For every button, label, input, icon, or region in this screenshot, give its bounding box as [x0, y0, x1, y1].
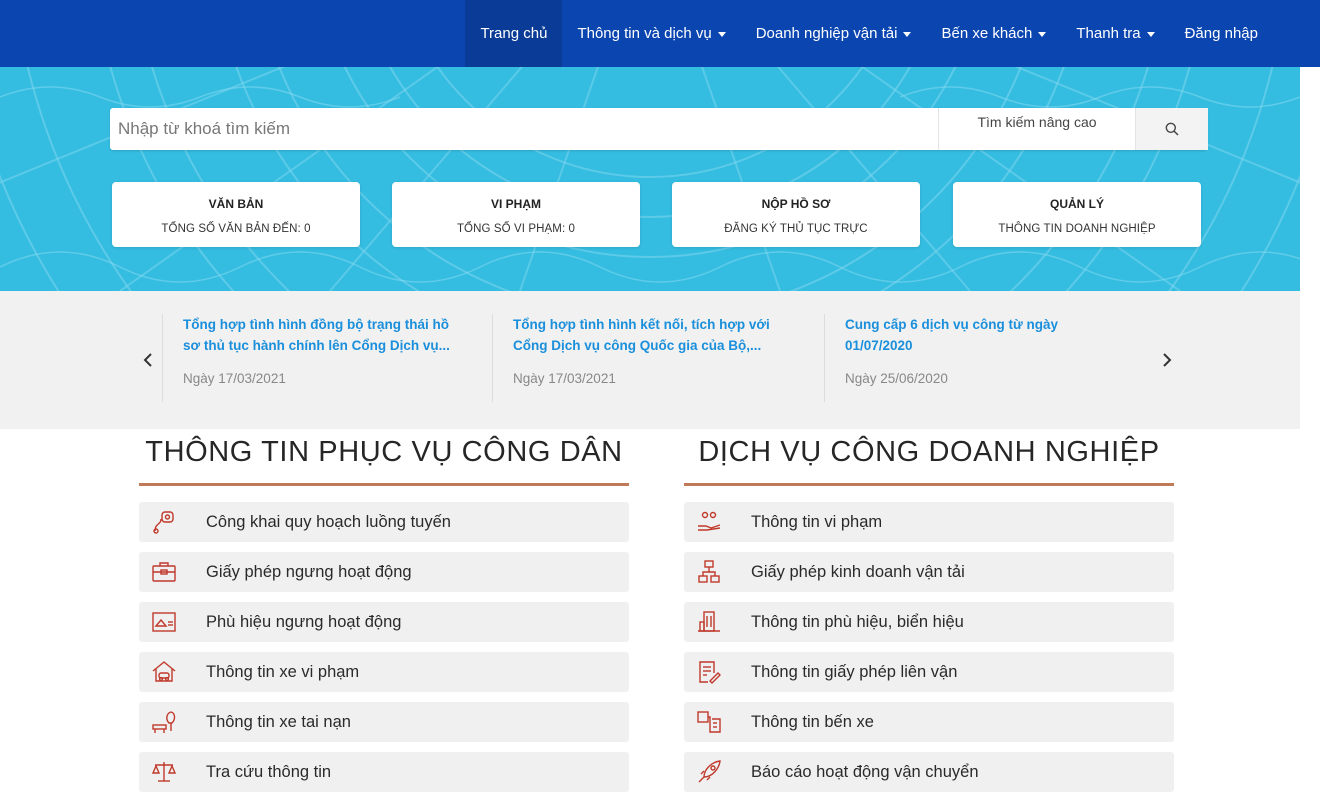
- list-item-label: Thông tin vi phạm: [751, 513, 883, 531]
- stat-subtitle: TỔNG SỐ VĂN BẢN ĐẾN: 0: [161, 223, 311, 235]
- list-item-label: Công khai quy hoạch luồng tuyến: [206, 513, 451, 531]
- search-icon: [1165, 122, 1179, 136]
- list-item-label: Giấy phép kinh doanh vận tải: [751, 563, 965, 581]
- search-bar: Tìm kiếm nâng cao: [110, 108, 1208, 150]
- list-item-label: Thông tin phù hiệu, biển hiệu: [751, 613, 964, 631]
- list-item-business[interactable]: Thông tin vi phạm: [684, 502, 1174, 542]
- list-item-label: Tra cứu thông tin: [206, 763, 332, 781]
- nav-home-label: Trang chủ: [480, 25, 548, 42]
- list-item-label: Báo cáo hoạt động vận chuyển: [751, 763, 979, 781]
- top-navbar: Trang chủ Thông tin và dịch vụ Doanh ngh…: [0, 0, 1320, 67]
- news-carousel: Tổng hợp tình hình đồng bộ trạng thái hồ…: [0, 291, 1300, 429]
- stat-title: NỘP HỒ SƠ: [761, 197, 831, 211]
- news-item: Tổng hợp tình hình kết nối, tích hợp với…: [492, 314, 788, 402]
- list-item-business[interactable]: Thông tin giấy phép liên vận: [684, 652, 1174, 692]
- list-item-citizen[interactable]: Thông tin xe tai nạn: [139, 702, 629, 742]
- list-item-business[interactable]: Thông tin phù hiệu, biển hiệu: [684, 602, 1174, 642]
- nav-bus-station-label: Bến xe khách: [941, 25, 1033, 42]
- news-date: Ngày 17/03/2021: [513, 371, 616, 386]
- list-item-business[interactable]: Giấy phép kinh doanh vận tải: [684, 552, 1174, 592]
- hierarchy-icon: [698, 560, 720, 583]
- stat-title: QUẢN LÝ: [1050, 197, 1104, 211]
- stat-subtitle: THÔNG TIN DOANH NGHIỆP: [998, 223, 1156, 235]
- accident-icon: [152, 711, 176, 733]
- list-item-citizen[interactable]: Phù hiệu ngưng hoạt động: [139, 602, 629, 642]
- nav-inspection[interactable]: Thanh tra: [1061, 0, 1169, 67]
- stat-title: VĂN BẢN: [208, 197, 264, 211]
- chevron-right-icon[interactable]: [1157, 347, 1177, 373]
- stat-card-documents[interactable]: VĂN BẢN TỔNG SỐ VĂN BẢN ĐẾN: 0: [112, 182, 360, 247]
- stat-card-management[interactable]: QUẢN LÝ THÔNG TIN DOANH NGHIỆP: [953, 182, 1201, 247]
- section-divider: [684, 483, 1174, 486]
- stat-subtitle: TỔNG SỐ VI PHẠM: 0: [456, 223, 576, 235]
- stat-subtitle: ĐĂNG KÝ THỦ TỤC TRỰC: [724, 223, 868, 235]
- news-title-link[interactable]: Tổng hợp tình hình đồng bộ trạng thái hồ…: [183, 314, 463, 356]
- caret-down-icon: [717, 31, 726, 37]
- hand-people-icon: [698, 511, 721, 531]
- nav-inspection-label: Thanh tra: [1076, 25, 1141, 42]
- stat-title: VI PHẠM: [490, 197, 541, 211]
- nav-menu: Trang chủ Thông tin và dịch vụ Doanh ngh…: [465, 0, 1320, 67]
- news-item: Tổng hợp tình hình đồng bộ trạng thái hồ…: [162, 314, 458, 402]
- news-title-link[interactable]: Cung cấp 6 dịch vụ công từ ngày 01/07/20…: [845, 314, 1105, 356]
- route-planning-icon: [153, 511, 174, 534]
- search-input[interactable]: [110, 108, 938, 150]
- list-item-citizen[interactable]: Thông tin xe vi phạm: [139, 652, 629, 692]
- nav-login-label: Đăng nhập: [1184, 25, 1258, 42]
- advanced-search-label: Tìm kiếm nâng cao: [977, 114, 1097, 130]
- rocket-icon: [698, 760, 721, 783]
- caret-down-icon: [1038, 31, 1047, 37]
- list-item-citizen[interactable]: Giấy phép ngưng hoạt động: [139, 552, 629, 592]
- nav-transport-business[interactable]: Doanh nghiệp vận tải: [741, 0, 927, 67]
- nav-home[interactable]: Trang chủ: [465, 0, 563, 67]
- document-edit-icon: [699, 661, 721, 684]
- scales-icon: [151, 762, 177, 782]
- section-title-business: DỊCH VỤ CÔNG DOANH NGHIỆP: [698, 436, 1160, 468]
- chevron-left-icon[interactable]: [138, 347, 158, 373]
- list-item-label: Thông tin bến xe: [751, 713, 874, 731]
- search-button[interactable]: [1135, 108, 1208, 150]
- list-item-business[interactable]: Báo cáo hoạt động vận chuyển: [684, 752, 1174, 792]
- list-item-label: Phù hiệu ngưng hoạt động: [206, 613, 402, 631]
- section-divider: [139, 483, 629, 486]
- hero-banner: Tìm kiếm nâng cao VĂN BẢN TỔNG SỐ VĂN BẢ…: [0, 67, 1300, 291]
- nav-transport-business-label: Doanh nghiệp vận tải: [755, 25, 898, 42]
- nav-info-services[interactable]: Thông tin và dịch vụ: [562, 0, 740, 67]
- station-icon: [697, 711, 721, 733]
- list-item-label: Thông tin giấy phép liên vận: [751, 663, 958, 681]
- news-date: Ngày 17/03/2021: [183, 371, 286, 386]
- list-item-citizen[interactable]: Công khai quy hoạch luồng tuyến: [139, 502, 629, 542]
- stat-card-submit[interactable]: NỘP HỒ SƠ ĐĂNG KÝ THỦ TỤC TRỰC: [672, 182, 920, 247]
- caret-down-icon: [1146, 31, 1155, 37]
- briefcase-icon: [152, 562, 176, 582]
- nav-login[interactable]: Đăng nhập: [1170, 0, 1320, 67]
- news-item: Cung cấp 6 dịch vụ công từ ngày 01/07/20…: [824, 314, 1120, 402]
- list-item-label: Thông tin xe vi phạm: [206, 663, 360, 681]
- advanced-search-link[interactable]: Tìm kiếm nâng cao: [938, 108, 1135, 150]
- list-item-citizen[interactable]: Tra cứu thông tin: [139, 752, 629, 792]
- building-icon: [698, 611, 720, 632]
- nav-bus-station[interactable]: Bến xe khách: [926, 0, 1061, 67]
- news-date: Ngày 25/06/2020: [845, 371, 948, 386]
- section-title-citizen: THÔNG TIN PHỤC VỤ CÔNG DÂN: [145, 436, 623, 468]
- badge-card-icon: [152, 612, 176, 632]
- list-item-business[interactable]: Thông tin bến xe: [684, 702, 1174, 742]
- bronze-drum-pattern-icon: [0, 67, 1300, 291]
- list-item-label: Giấy phép ngưng hoạt động: [206, 563, 412, 581]
- caret-down-icon: [903, 31, 912, 37]
- garage-icon: [152, 661, 176, 682]
- nav-info-services-label: Thông tin và dịch vụ: [577, 25, 712, 42]
- news-title-link[interactable]: Tổng hợp tình hình kết nối, tích hợp với…: [513, 314, 793, 356]
- stat-card-violations[interactable]: VI PHẠM TỔNG SỐ VI PHẠM: 0: [392, 182, 640, 247]
- list-item-label: Thông tin xe tai nạn: [206, 713, 351, 731]
